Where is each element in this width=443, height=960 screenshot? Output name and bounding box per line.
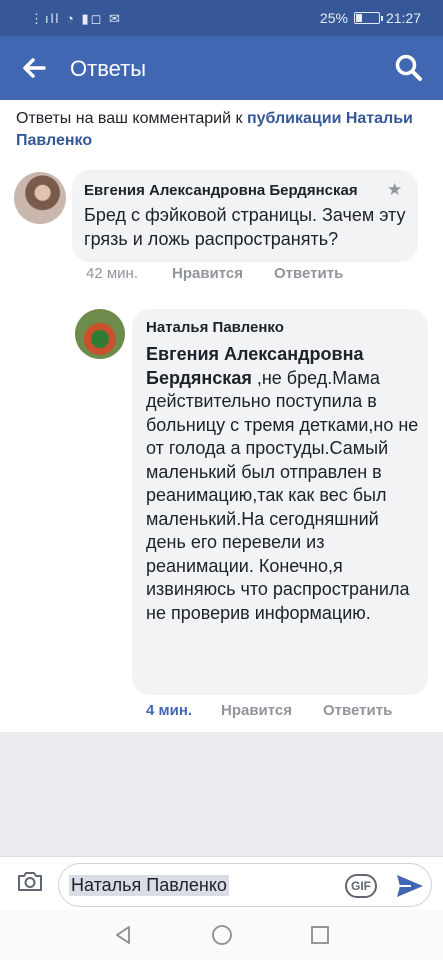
reply-composer: Наталья Павленко GIF xyxy=(0,856,443,910)
camera-button[interactable] xyxy=(16,869,44,893)
reply-author[interactable]: Наталья Павленко xyxy=(146,319,284,336)
clock: 21:27 xyxy=(385,10,421,26)
camera-icon xyxy=(18,872,42,891)
arrow-left-icon xyxy=(23,58,46,78)
avatar[interactable] xyxy=(75,309,125,359)
comment-author[interactable]: Евгения Александровна Бердянская xyxy=(84,182,358,199)
battery-percent: 25% xyxy=(319,10,348,26)
search-button[interactable] xyxy=(393,52,425,84)
status-right: 25% 21:27 xyxy=(320,10,421,26)
battery-icon xyxy=(353,12,383,24)
reply-text: Евгения Александровна Бердянская ,не бре… xyxy=(146,343,422,625)
context-prefix: Ответы на ваш комментарий к xyxy=(16,110,247,127)
comment-text: Бред с фэйковой страницы. Зачем эту гряз… xyxy=(84,205,406,249)
reply-body: ,не бред.Мама действительно поступила в … xyxy=(146,367,419,623)
search-icon xyxy=(395,54,422,81)
like-button[interactable]: Нравится xyxy=(172,265,243,282)
nav-home-icon[interactable] xyxy=(211,924,233,946)
reply-bubble: Наталья Павленко Евгения Александровна Б… xyxy=(132,309,428,695)
send-button[interactable] xyxy=(395,872,425,900)
app-bar: Ответы xyxy=(0,36,443,100)
empty-area xyxy=(0,732,443,856)
like-button[interactable]: Нравится xyxy=(221,702,292,719)
status-icons: ⋮ıll ◔ ▮◻ ✉ xyxy=(30,11,122,26)
nav-recent-icon[interactable] xyxy=(309,924,331,946)
reply-button[interactable]: Ответить xyxy=(323,702,392,719)
gif-button[interactable]: GIF xyxy=(345,874,377,898)
battery-level xyxy=(355,14,362,22)
reply-input[interactable]: Наталья Павленко GIF xyxy=(58,863,432,907)
reply-context: Ответы на ваш комментарий к публикации Н… xyxy=(16,108,426,152)
reply-button[interactable]: Ответить xyxy=(274,265,343,282)
send-icon xyxy=(397,875,423,897)
back-button[interactable] xyxy=(18,52,50,84)
reply-time: 4 мин. xyxy=(146,702,193,719)
avatar[interactable] xyxy=(14,172,66,224)
star-icon: ★ xyxy=(387,180,403,199)
page-title: Ответы xyxy=(70,56,147,81)
nav-back-icon[interactable] xyxy=(112,924,134,946)
system-nav-bar xyxy=(0,910,443,960)
comment-bubble: Евгения Александровна Бердянская ★ Бред … xyxy=(72,170,418,262)
comment-time: 42 мин. xyxy=(86,265,138,282)
reply-input-value: Наталья Павленко xyxy=(69,875,229,896)
status-bar: ⋮ıll ◔ ▮◻ ✉ 25% 21:27 xyxy=(0,0,443,36)
